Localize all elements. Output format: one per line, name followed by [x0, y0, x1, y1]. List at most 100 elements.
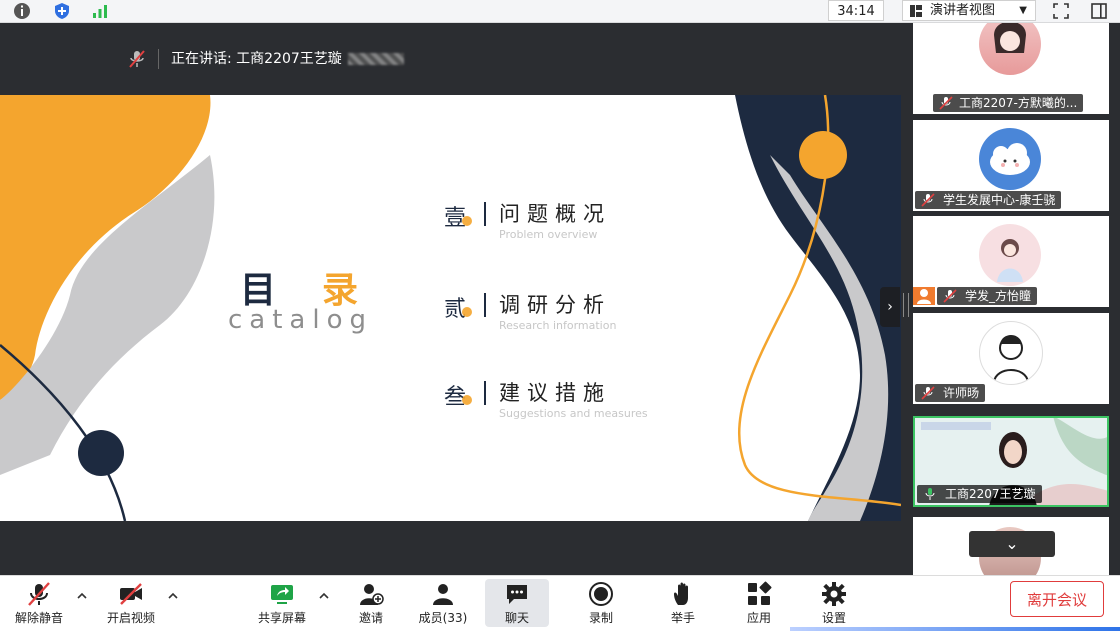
orange-dot: [462, 216, 472, 226]
apps-label: 应用: [746, 611, 771, 625]
raise-hand-button[interactable]: 举手: [660, 579, 706, 627]
scroll-down-button[interactable]: ⌄: [969, 531, 1055, 557]
hand-icon: [674, 582, 688, 605]
bottom-toolbar: 解除静音 开启视频 共享屏幕 邀请 成员(33) 聊天 录制 举手 应用 设置 …: [0, 575, 1120, 631]
panel-resize-handle[interactable]: [903, 293, 909, 317]
item-divider: [484, 293, 486, 317]
view-selector[interactable]: 演讲者视图 ▼: [902, 0, 1036, 21]
muted-mic-icon: [921, 386, 935, 400]
record-label: 录制: [588, 611, 613, 625]
redacted-blur: [348, 53, 404, 65]
raise-hand-label: 举手: [670, 611, 695, 625]
participant-tile[interactable]: 许师旸: [913, 313, 1109, 404]
members-button[interactable]: 成员(33): [414, 579, 472, 627]
muted-mic-icon: [28, 582, 50, 606]
participant-name: 学生发展中心-康壬骁: [943, 193, 1056, 207]
item-title: 建议措施: [499, 381, 611, 405]
item-divider: [484, 202, 486, 226]
chevron-down-icon: ▼: [1019, 5, 1027, 16]
item-subtitle: Suggestions and measures: [499, 407, 648, 420]
item-number: 贰: [444, 297, 467, 322]
participant-tile-active[interactable]: 工商2207王艺璇: [913, 416, 1109, 507]
shared-screen-area: 正在讲话: 工商2207王艺璇 目录 catalog 壹 问题概况 Proble…: [0, 23, 901, 575]
participant-name-tag: 工商2207王艺璇: [917, 485, 1042, 503]
progress-strip: [790, 627, 1120, 631]
chevron-up-icon[interactable]: [167, 590, 179, 602]
chat-icon: [507, 585, 527, 604]
chevron-down-icon: ⌄: [1005, 534, 1019, 553]
participant-name: 许师旸: [943, 386, 980, 400]
meeting-timer: 34:14: [828, 0, 884, 21]
apps-icon: [748, 581, 772, 605]
participant-panel: 工商2207-方默曦的... 学生发展中心-康壬骁 学发_方怡瞳 许师旸 工商2…: [901, 23, 1120, 575]
share-screen-icon: [271, 585, 293, 604]
view-selector-label: 演讲者视图: [930, 3, 996, 18]
add-user-icon: [360, 584, 384, 605]
settings-button[interactable]: 设置: [811, 579, 857, 627]
participant-name-tag: 许师旸: [915, 384, 986, 402]
chat-button[interactable]: 聊天: [485, 579, 549, 627]
chat-label: 聊天: [504, 611, 529, 625]
divider: [158, 49, 159, 69]
settings-label: 设置: [821, 611, 846, 625]
muted-mic-icon: [943, 289, 957, 303]
avatar: [979, 23, 1041, 75]
members-icon: [433, 584, 453, 605]
item-number: 叁: [444, 385, 467, 410]
fullscreen-icon[interactable]: [1051, 1, 1071, 21]
item-divider: [484, 381, 486, 405]
video-off-icon: [120, 583, 142, 605]
participant-name-tag: 学发_方怡瞳: [937, 287, 1038, 305]
unmute-label: 解除静音: [14, 611, 63, 625]
shield-icon[interactable]: [53, 2, 71, 20]
item-title: 问题概况: [499, 202, 611, 226]
share-screen-button[interactable]: 共享屏幕: [252, 579, 312, 627]
user-icon: [913, 287, 935, 305]
sidebar-toggle-icon[interactable]: [1089, 1, 1109, 21]
muted-mic-icon: [939, 96, 953, 110]
invite-label: 邀请: [358, 611, 383, 625]
collapse-panel-button[interactable]: ›: [880, 287, 900, 327]
participant-name: 工商2207王艺璇: [945, 487, 1036, 501]
item-subtitle: Research information: [499, 319, 617, 332]
orange-dot: [462, 395, 472, 405]
slide-subtitle: catalog: [228, 305, 373, 335]
apps-button[interactable]: 应用: [736, 579, 782, 627]
avatar: [979, 224, 1041, 286]
chevron-up-icon[interactable]: [76, 590, 88, 602]
record-icon: [589, 582, 613, 606]
members-label: 成员(33): [418, 611, 468, 625]
share-screen-label: 共享屏幕: [257, 611, 306, 625]
mic-active-icon: [925, 488, 935, 500]
presentation-slide: 目录 catalog 壹 问题概况 Problem overview 贰 调研分…: [0, 95, 901, 521]
speaking-label: 正在讲话: 工商2207王艺璇: [171, 51, 342, 67]
participant-name: 工商2207-方默曦的...: [959, 96, 1078, 110]
muted-mic-icon: [921, 193, 935, 207]
layout-icon: [910, 5, 922, 17]
invite-button[interactable]: 邀请: [348, 579, 394, 627]
participant-name-tag: 学生发展中心-康壬骁: [915, 191, 1062, 209]
participant-name: 学发_方怡瞳: [965, 289, 1032, 303]
item-number: 壹: [444, 206, 467, 231]
avatar: [979, 128, 1041, 190]
participant-tile[interactable]: ⌄: [913, 517, 1109, 575]
top-bar: 34:14 演讲者视图 ▼: [0, 0, 1120, 23]
item-title: 调研分析: [499, 293, 611, 317]
start-video-button[interactable]: 开启视频: [102, 579, 160, 627]
start-video-label: 开启视频: [106, 611, 155, 625]
unmute-button[interactable]: 解除静音: [10, 579, 68, 627]
orange-dot: [462, 307, 472, 317]
leave-meeting-button[interactable]: 离开会议: [1010, 581, 1104, 617]
participant-tile[interactable]: 学生发展中心-康壬骁: [913, 120, 1109, 211]
gear-icon: [822, 582, 846, 606]
chevron-right-icon: ›: [887, 299, 893, 315]
item-subtitle: Problem overview: [499, 228, 598, 241]
chevron-up-icon[interactable]: [318, 590, 330, 602]
record-button[interactable]: 录制: [578, 579, 624, 627]
participant-tile[interactable]: 学发_方怡瞳: [913, 216, 1109, 307]
participant-tile[interactable]: 工商2207-方默曦的...: [913, 23, 1109, 114]
muted-mic-icon: [129, 50, 145, 68]
participant-name-tag: 工商2207-方默曦的...: [933, 94, 1084, 112]
signal-icon[interactable]: [91, 2, 109, 20]
info-icon[interactable]: [13, 2, 31, 20]
